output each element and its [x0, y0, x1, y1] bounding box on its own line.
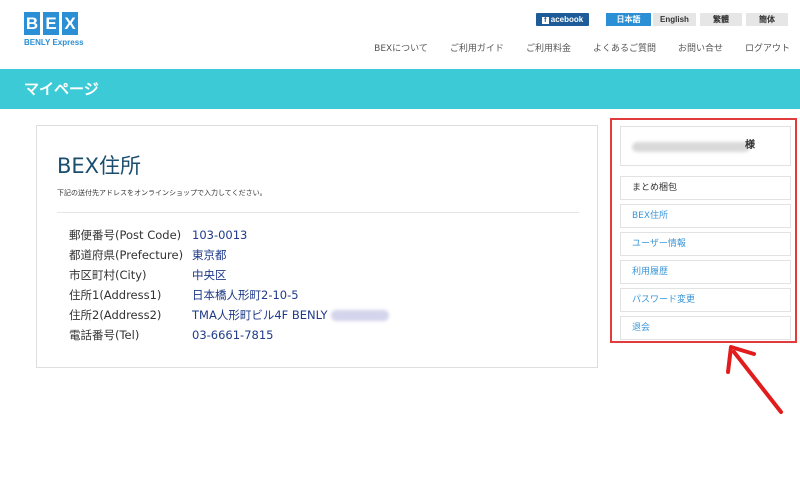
address-value: 中央区 — [192, 268, 227, 282]
logo-letter-e: E — [43, 12, 59, 35]
address-row-prefecture: 都道府県(Prefecture) 東京都 — [69, 245, 389, 265]
address-row-address1: 住所1(Address1) 日本橋人形町2-10-5 — [69, 285, 389, 305]
nav-guide[interactable]: ご利用ガイド — [450, 43, 504, 55]
address-card: BEX住所 下記の送付先アドレスをオンラインショップで入力してください。 郵便番… — [36, 125, 598, 368]
logo-letter-x: X — [62, 12, 78, 35]
sidebar-item-bundle-packing[interactable]: まとめ梱包 — [620, 176, 791, 200]
address-row-address2: 住所2(Address2) TMA人形町ビル4F BENLY — [69, 305, 389, 325]
facebook-button[interactable]: f acebook — [536, 13, 589, 26]
nav-about[interactable]: BEXについて — [374, 43, 428, 55]
address-row-city: 市区町村(City) 中央区 — [69, 265, 389, 285]
address-row-tel: 電話番号(Tel) 03-6661-7815 — [69, 325, 389, 345]
bex-logo[interactable]: B E X BENLY Express — [24, 12, 84, 52]
address-value: 103-0013 — [192, 228, 248, 242]
address-label: 住所2(Address2) — [69, 308, 162, 322]
sidebar-item-unsubscribe[interactable]: 退会 — [620, 316, 791, 340]
instruction-note: 下記の送付先アドレスをオンラインショップで入力してください。 — [57, 189, 267, 197]
facebook-icon: f — [541, 17, 549, 24]
address-value: 日本橋人形町2-10-5 — [192, 288, 299, 302]
lang-japanese[interactable]: 日本語 — [606, 13, 651, 26]
address-value: 03-6661-7815 — [192, 328, 274, 342]
address-label: 電話番号(Tel) — [69, 328, 140, 342]
lang-traditional-chinese[interactable]: 繁體 — [700, 13, 742, 26]
sidebar-item-bex-address[interactable]: BEX住所 — [620, 204, 791, 228]
address-label: 住所1(Address1) — [69, 288, 162, 302]
lang-simplified-chinese[interactable]: 簡体 — [746, 13, 788, 26]
nav-logout[interactable]: ログアウト — [745, 43, 790, 55]
account-sidebar: 様 まとめ梱包 BEX住所 ユーザー情報 利用履歴 パスワード変更 退会 — [610, 118, 797, 343]
user-honorific: 様 — [745, 140, 755, 151]
user-name-box: 様 — [620, 126, 791, 166]
section-title: BEX住所 — [57, 154, 142, 178]
nav-pricing[interactable]: ご利用料金 — [526, 43, 571, 55]
sidebar-menu: まとめ梱包 BEX住所 ユーザー情報 利用履歴 パスワード変更 退会 — [620, 176, 791, 344]
address-list: 郵便番号(Post Code) 103-0013 都道府県(Prefecture… — [69, 225, 389, 345]
sidebar-item-change-password[interactable]: パスワード変更 — [620, 288, 791, 312]
facebook-label: acebook — [550, 15, 584, 24]
page-title: マイページ — [24, 80, 99, 98]
annotation-arrow-icon — [726, 345, 783, 414]
lang-english[interactable]: English — [653, 13, 696, 26]
address-label: 都道府県(Prefecture) — [69, 248, 184, 262]
address-value: 東京都 — [192, 248, 227, 262]
redacted-user-name — [632, 142, 750, 152]
logo-subtitle: BENLY Express — [24, 38, 84, 47]
sidebar-item-history[interactable]: 利用履歴 — [620, 260, 791, 284]
address-label: 郵便番号(Post Code) — [69, 228, 182, 242]
address-label: 市区町村(City) — [69, 268, 147, 282]
redacted-member-id — [330, 309, 389, 321]
main-nav: BEXについて ご利用ガイド ご利用料金 よくあるご質問 お問い合せ ログアウト — [352, 43, 790, 55]
logo-letter-b: B — [24, 12, 40, 35]
nav-contact[interactable]: お問い合せ — [678, 43, 723, 55]
address-row-postcode: 郵便番号(Post Code) 103-0013 — [69, 225, 389, 245]
address-value: TMA人形町ビル4F BENLY — [192, 308, 328, 322]
page-banner: マイページ — [0, 69, 800, 109]
nav-faq[interactable]: よくあるご質問 — [593, 43, 656, 55]
sidebar-item-user-info[interactable]: ユーザー情報 — [620, 232, 791, 256]
divider — [57, 212, 579, 213]
